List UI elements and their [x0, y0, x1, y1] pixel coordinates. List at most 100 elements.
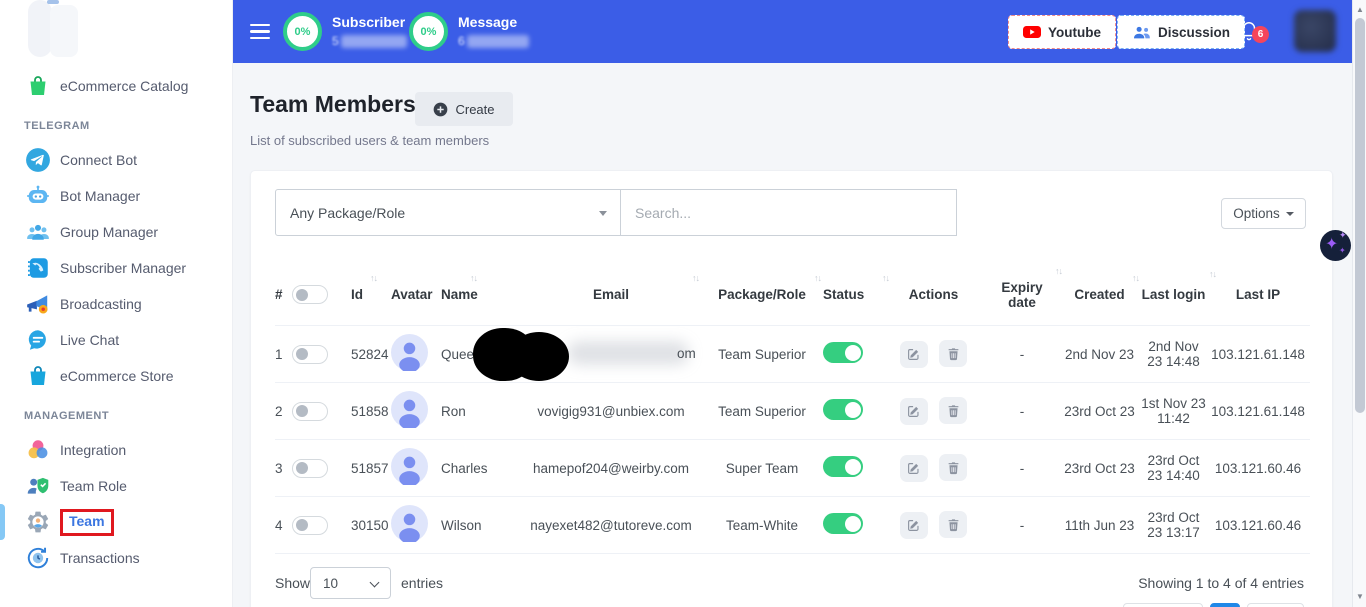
created-date: 23rd Oct 23	[1058, 404, 1141, 419]
red-annotation-box: Team	[60, 509, 114, 536]
page-size-select[interactable]: 10	[310, 567, 391, 599]
delete-button[interactable]	[939, 340, 967, 367]
sidebar-item-label: Integration	[60, 442, 126, 458]
member-email: hamepof204@weirby.com	[521, 461, 701, 476]
package-role-select[interactable]: Any Package/Role	[275, 189, 621, 236]
blurred-value	[467, 35, 529, 48]
created-date: 11th Jun 23	[1058, 518, 1141, 533]
show-label: Show	[275, 575, 310, 591]
sidebar-item-live-chat[interactable]: Live Chat	[0, 322, 232, 358]
sort-icon[interactable]: ↑↓	[692, 273, 699, 283]
vertical-scrollbar[interactable]: ▲ ▼	[1352, 0, 1366, 607]
sidebar-item-subscriber-manager[interactable]: Subscriber Manager	[0, 250, 232, 286]
sparkle-icon: ✦	[1325, 234, 1338, 254]
megaphone-icon	[24, 290, 52, 318]
discussion-button-label: Discussion	[1158, 25, 1230, 40]
edit-button[interactable]	[900, 398, 928, 425]
search-input[interactable]	[620, 189, 957, 236]
sidebar-item-label: eCommerce Catalog	[60, 78, 188, 94]
discussion-button[interactable]: Discussion	[1117, 15, 1245, 49]
select-all-toggle[interactable]	[292, 285, 328, 304]
pagination-previous-button[interactable]: Previous	[1123, 603, 1204, 607]
sidebar-item-label: Live Chat	[60, 332, 119, 348]
status-toggle[interactable]	[823, 513, 863, 534]
row-number: 4	[275, 518, 283, 533]
caret-down-icon	[1286, 212, 1294, 216]
sort-icon[interactable]: ↑↓	[470, 273, 477, 283]
sparkle-icon: ✦	[1339, 230, 1347, 241]
member-package: Team Superior	[701, 347, 823, 362]
scroll-down-arrow-icon[interactable]: ▼	[1353, 589, 1366, 605]
status-toggle[interactable]	[823, 342, 863, 363]
member-id: 51858	[345, 404, 381, 419]
last-ip: 103.121.60.46	[1206, 461, 1310, 476]
delete-button[interactable]	[939, 454, 967, 481]
package-role-select-value: Any Package/Role	[290, 205, 405, 221]
delete-button[interactable]	[939, 511, 967, 538]
sidebar-item-transactions[interactable]: Transactions	[0, 540, 232, 576]
sort-icon[interactable]: ↑↓	[1132, 273, 1139, 283]
sort-icon[interactable]: ↑↓	[1055, 266, 1062, 276]
options-button[interactable]: Options	[1221, 198, 1306, 229]
notification-bell[interactable]: 6	[1238, 19, 1268, 47]
top-header-bar: 0% Subscriber 5 0% Message 6 Youtube Dis…	[233, 0, 1366, 63]
logo-ghost-shape	[50, 5, 78, 57]
ai-assistant-fab[interactable]: ✦ ✦ ✦	[1320, 230, 1351, 261]
subscriber-stat: 0% Subscriber 5	[283, 10, 407, 51]
sort-icon[interactable]: ↑↓	[370, 273, 377, 283]
sidebar-item-group-manager[interactable]: Group Manager	[0, 214, 232, 250]
sidebar-item-team-role[interactable]: Team Role	[0, 468, 232, 504]
pagination-next-button[interactable]: Next	[1247, 603, 1304, 607]
edit-button[interactable]	[900, 455, 928, 482]
sidebar-item-label: Broadcasting	[60, 296, 142, 312]
sort-icon[interactable]: ↑↓	[1209, 269, 1216, 279]
sidebar-item-label: Bot Manager	[60, 188, 140, 204]
contact-book-icon	[24, 254, 52, 282]
scroll-up-arrow-icon[interactable]: ▲	[1353, 2, 1366, 18]
column-header: Actions	[909, 287, 959, 302]
sidebar-item-team[interactable]: Team	[0, 504, 232, 540]
create-button[interactable]: Create	[415, 92, 513, 126]
shopping-bag-blue-icon	[24, 362, 52, 390]
sidebar: eCommerce Catalog TELEGRAM Connect Bot B…	[0, 0, 233, 607]
message-stat: 0% Message 6	[409, 10, 529, 51]
sidebar-item-broadcasting[interactable]: Broadcasting	[0, 286, 232, 322]
row-select-toggle[interactable]	[292, 345, 328, 364]
sidebar-item-bot-manager[interactable]: Bot Manager	[0, 178, 232, 214]
sidebar-item-integration[interactable]: Integration	[0, 432, 232, 468]
edit-button[interactable]	[900, 512, 928, 539]
scrollbar-thumb[interactable]	[1355, 18, 1365, 413]
person-shield-icon	[24, 472, 52, 500]
youtube-button[interactable]: Youtube	[1008, 15, 1116, 49]
redaction-scribble	[473, 328, 535, 381]
expiry-date: -	[986, 404, 1058, 419]
gear-person-icon	[24, 508, 52, 536]
sidebar-item-ecommerce-store[interactable]: eCommerce Store	[0, 358, 232, 394]
last-login: 1st Nov 23 11:42	[1141, 396, 1206, 426]
email-fragment: om	[677, 346, 696, 361]
row-select-toggle[interactable]	[292, 402, 328, 421]
sort-icon[interactable]: ↑↓	[814, 273, 821, 283]
youtube-icon	[1023, 25, 1041, 39]
sidebar-item-connect-bot[interactable]: Connect Bot	[0, 142, 232, 178]
sidebar-item-ecommerce-catalog[interactable]: eCommerce Catalog	[0, 68, 232, 104]
member-avatar-icon	[391, 473, 428, 488]
status-toggle[interactable]	[823, 399, 863, 420]
edit-button[interactable]	[900, 341, 928, 368]
last-ip: 103.121.60.46	[1206, 518, 1310, 533]
row-number: 2	[275, 404, 283, 419]
row-select-toggle[interactable]	[292, 516, 328, 535]
sort-icon[interactable]: ↑↓	[882, 273, 889, 283]
message-stat-label: Message	[458, 10, 529, 30]
member-package: Team Superior	[701, 404, 823, 419]
delete-button[interactable]	[939, 397, 967, 424]
user-avatar[interactable]	[1294, 10, 1336, 52]
hamburger-menu-icon[interactable]	[250, 24, 270, 40]
blurred-email	[567, 341, 689, 365]
pagination-page-1-button[interactable]: 1	[1210, 603, 1240, 607]
status-toggle[interactable]	[823, 456, 863, 477]
subscriber-stat-label: Subscriber	[332, 10, 407, 30]
subscriber-progress-ring: 0%	[283, 12, 322, 51]
sidebar-section-telegram: TELEGRAM	[0, 120, 232, 132]
row-select-toggle[interactable]	[292, 459, 328, 478]
